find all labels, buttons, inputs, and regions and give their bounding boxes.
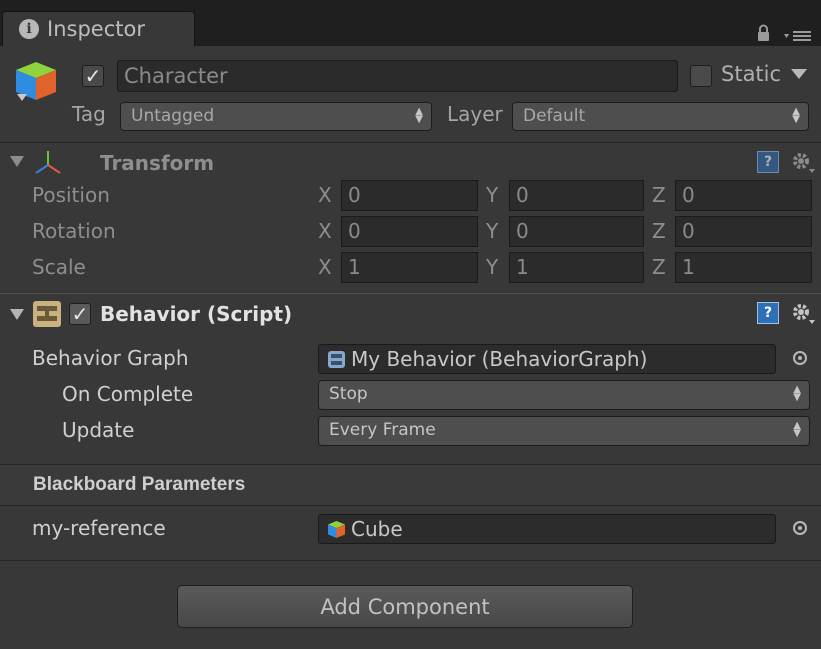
rotation-x-field[interactable]: 0	[341, 216, 478, 247]
updown-arrows-icon: ▲ ▼	[792, 106, 800, 125]
axis-y-label: Y	[486, 219, 499, 243]
behavior-graph-icon	[328, 351, 345, 368]
on-complete-value: Stop	[329, 384, 368, 404]
axis-y-label: Y	[486, 183, 499, 207]
lock-icon[interactable]	[757, 24, 770, 42]
menu-icon[interactable]	[784, 30, 812, 42]
divider	[0, 293, 821, 294]
scale-z-field[interactable]: 1	[675, 252, 812, 283]
axis-y-label: Y	[486, 255, 499, 279]
update-value: Every Frame	[329, 420, 436, 440]
rotation-y-field[interactable]: 0	[509, 216, 644, 247]
divider	[0, 560, 821, 561]
cube-icon	[328, 521, 345, 538]
tag-dropdown[interactable]: Untagged ▲ ▼	[120, 102, 432, 131]
axis-x-label: X	[318, 183, 332, 207]
my-reference-field[interactable]: Cube	[318, 514, 776, 544]
foldout-arrow-icon[interactable]	[10, 156, 24, 167]
foldout-arrow-icon[interactable]	[10, 309, 24, 320]
object-picker-icon[interactable]	[793, 521, 807, 535]
position-z-field[interactable]: 0	[675, 180, 812, 211]
help-icon[interactable]: ?	[757, 151, 779, 173]
rotation-z-field[interactable]: 0	[675, 216, 812, 247]
rotation-label: Rotation	[32, 219, 116, 243]
on-complete-dropdown[interactable]: Stop ▲ ▼	[318, 380, 810, 410]
update-dropdown[interactable]: Every Frame ▲ ▼	[318, 416, 810, 446]
axis-z-label: Z	[652, 183, 666, 207]
gear-icon[interactable]	[790, 150, 816, 174]
transform-title: Transform	[100, 151, 215, 175]
divider	[0, 505, 821, 506]
static-checkbox[interactable]	[690, 65, 712, 87]
axis-x-label: X	[318, 255, 332, 279]
position-x-field[interactable]: 0	[341, 180, 478, 211]
axis-z-label: Z	[652, 255, 666, 279]
scale-label: Scale	[32, 255, 86, 279]
behavior-enabled-checkbox[interactable]: ✓	[69, 303, 91, 325]
chevron-down-icon[interactable]	[790, 68, 808, 80]
update-label: Update	[62, 418, 135, 442]
updown-arrows-icon: ▲ ▼	[415, 106, 423, 125]
position-label: Position	[32, 183, 110, 207]
layer-label: Layer	[447, 102, 503, 126]
tab-label: Inspector	[47, 17, 145, 41]
updown-arrows-icon: ▲ ▼	[793, 420, 801, 439]
tag-label: Tag	[72, 102, 106, 126]
scale-y-field[interactable]: 1	[509, 252, 644, 283]
behavior-graph-label: Behavior Graph	[32, 346, 189, 370]
active-checkbox[interactable]: ✓	[82, 65, 104, 87]
transform-axes-icon	[35, 151, 61, 174]
axis-x-label: X	[318, 219, 332, 243]
updown-arrows-icon: ▲ ▼	[793, 384, 801, 403]
position-y-field[interactable]: 0	[509, 180, 644, 211]
my-reference-label: my-reference	[32, 516, 166, 540]
info-icon: i	[19, 19, 39, 39]
divider	[0, 142, 821, 143]
behavior-graph-value: My Behavior (BehaviorGraph)	[351, 347, 648, 371]
tag-value: Untagged	[131, 106, 215, 126]
add-component-button[interactable]: Add Component	[177, 585, 633, 628]
behavior-title: Behavior (Script)	[100, 302, 293, 326]
layer-dropdown[interactable]: Default ▲ ▼	[512, 102, 809, 131]
blackboard-title: Blackboard Parameters	[33, 474, 246, 495]
behavior-graph-field[interactable]: My Behavior (BehaviorGraph)	[318, 344, 776, 374]
script-icon	[33, 301, 61, 327]
on-complete-label: On Complete	[62, 382, 194, 406]
static-label: Static	[721, 62, 782, 86]
gameobject-cube-icon[interactable]	[12, 60, 60, 106]
gear-icon[interactable]	[790, 301, 816, 325]
name-field[interactable]	[117, 60, 678, 92]
scale-x-field[interactable]: 1	[341, 252, 478, 283]
axis-z-label: Z	[652, 219, 666, 243]
help-icon[interactable]: ?	[757, 302, 779, 324]
object-picker-icon[interactable]	[793, 351, 807, 365]
layer-value: Default	[523, 106, 586, 126]
my-reference-value: Cube	[351, 517, 403, 541]
tab-inspector[interactable]: i Inspector	[2, 11, 195, 46]
